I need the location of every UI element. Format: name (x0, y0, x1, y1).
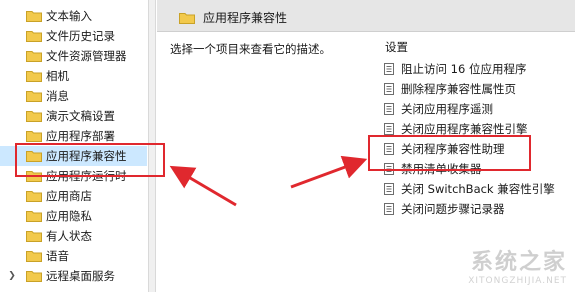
arrow-to-tree-item (169, 165, 237, 207)
watermark-main: 系统之家 (470, 250, 567, 275)
arrow-to-setting-item (290, 155, 368, 189)
watermark-sub: XITONGZHIJIA.NET (468, 276, 567, 286)
watermark: 系统之家 XITONGZHIJIA.NET (468, 244, 567, 286)
